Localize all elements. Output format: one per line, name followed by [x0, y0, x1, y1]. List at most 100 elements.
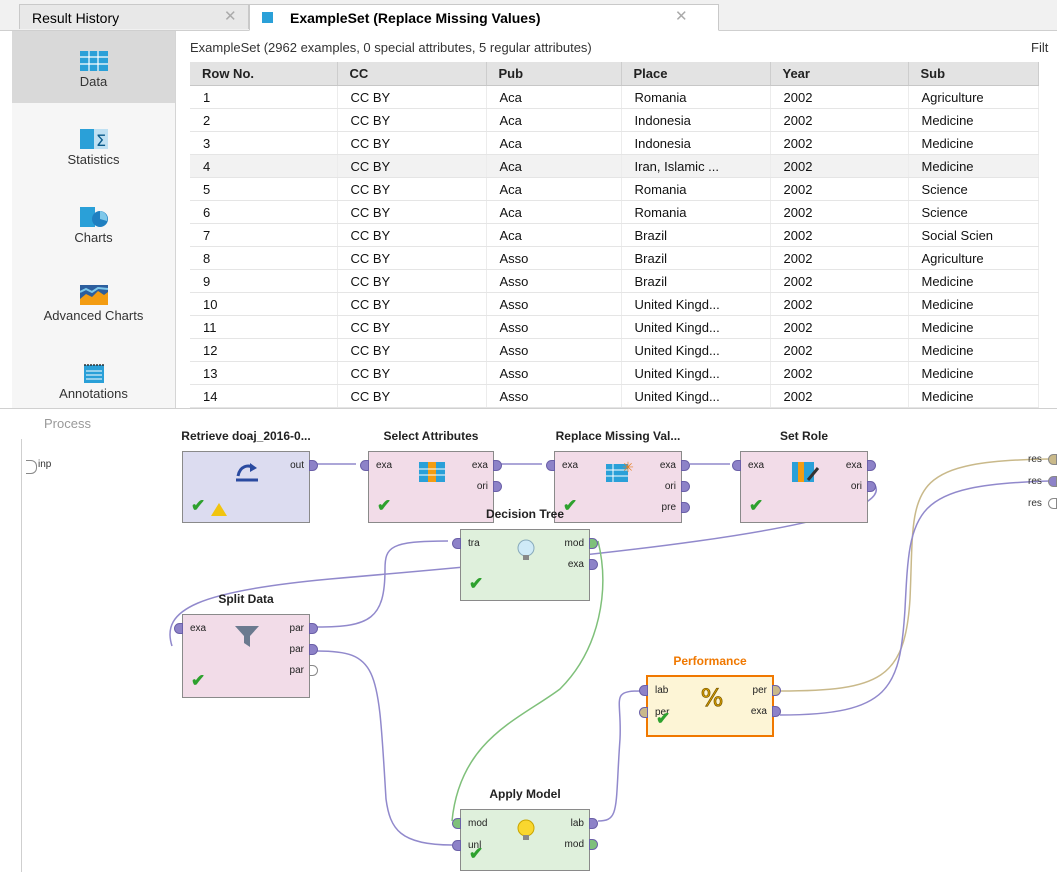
input-port[interactable] [360, 460, 369, 471]
table-cell: Asso [486, 246, 622, 270]
retrieve-icon [232, 460, 262, 489]
operator-retrieve[interactable]: Retrieve doaj_2016-0... out ✔ [181, 429, 318, 523]
table-cell: Medicine [908, 269, 1039, 293]
table-row[interactable]: 11 CC BY Asso United Kingd... 2002 Medicine [190, 315, 1039, 339]
close-icon[interactable]: ✕ [224, 7, 237, 25]
table-cell: CC BY [337, 108, 487, 132]
table-row[interactable]: 9 CC BY Asso Brazil 2002 Medicine [190, 269, 1039, 293]
input-port-label: exa [562, 460, 579, 471]
table-cell: United Kingd... [621, 292, 771, 316]
input-port[interactable] [639, 707, 648, 718]
table-cell: Medicine [908, 338, 1039, 362]
input-port[interactable] [174, 623, 183, 634]
output-port-label: per [752, 685, 767, 696]
operator-perf[interactable]: Performance% lab per per exa ✔ [639, 654, 781, 737]
table-row[interactable]: 13 CC BY Asso United Kingd... 2002 Medicine [190, 361, 1039, 385]
sidebar-item-charts[interactable]: Charts [12, 187, 175, 259]
table-row[interactable]: 2 CC BY Aca Indonesia 2002 Medicine [190, 108, 1039, 132]
table-row[interactable]: 1 CC BY Aca Romania 2002 Agriculture [190, 85, 1039, 109]
advanced-charts-icon [80, 285, 108, 305]
output-port-label: out [290, 460, 304, 471]
table-cell: Medicine [908, 108, 1039, 132]
process-panel: Process inp Retrieve doaj_2016-0... out ✔ S… [0, 408, 1057, 872]
operator-apply[interactable]: Apply Model mod unl lab mod ✔ [452, 787, 598, 871]
operator-setrole[interactable]: Set Role exa exa ori ✔ [732, 429, 876, 523]
operator-name: Replace Missing Val... [555, 429, 681, 443]
input-port[interactable] [639, 685, 648, 696]
output-port-label: exa [750, 706, 767, 717]
table-cell: 2002 [770, 292, 909, 316]
table-row[interactable]: 14 CC BY Asso United Kingd... 2002 Medicine [190, 384, 1039, 408]
table-cell: United Kingd... [621, 384, 771, 408]
table-cell: 7 [190, 223, 338, 247]
table-row[interactable]: 6 CC BY Aca Romania 2002 Science [190, 200, 1039, 224]
process-input-label: inp [38, 459, 52, 470]
table-cell: United Kingd... [621, 361, 771, 385]
sidebar-item-advanced-charts[interactable]: Advanced Charts [12, 265, 175, 343]
operator-tree[interactable]: Decision Tree tra mod exa ✔ [452, 507, 598, 601]
table-cell: 2002 [770, 361, 909, 385]
table-cell: Asso [486, 384, 622, 408]
exampleset-summary: ExampleSet (2962 examples, 0 special att… [190, 40, 592, 55]
output-port-label: ori [664, 481, 676, 492]
table-row[interactable]: 7 CC BY Aca Brazil 2002 Social Scien [190, 223, 1039, 247]
tab-exampleset[interactable]: ExampleSet (Replace Missing Values) ✕ [249, 4, 719, 31]
sidebar-item-statistics[interactable]: Σ Statistics [12, 109, 175, 181]
input-port[interactable] [546, 460, 555, 471]
column-header[interactable]: Sub [908, 62, 1039, 86]
table-cell: Asso [486, 315, 622, 339]
input-port[interactable] [452, 840, 461, 851]
tab-result-history[interactable]: Result History ✕ [19, 4, 249, 29]
column-header[interactable]: Row No. [190, 62, 338, 86]
sidebar-item-annotations[interactable]: Annotations [12, 343, 175, 408]
table-cell: CC BY [337, 246, 487, 270]
table-cell: Aca [486, 200, 622, 224]
column-header[interactable]: CC [337, 62, 487, 86]
tree-icon [511, 538, 541, 569]
column-header[interactable]: Pub [486, 62, 622, 86]
warning-icon [211, 503, 227, 516]
table-header: Row No. CC Pub Place Year Sub [190, 62, 1039, 86]
table-cell: CC BY [337, 315, 487, 339]
table-cell: 2 [190, 108, 338, 132]
result-port[interactable] [1048, 454, 1057, 465]
table-icon [262, 12, 273, 23]
process-input-port[interactable] [26, 460, 37, 474]
input-port[interactable] [732, 460, 741, 471]
table-row[interactable]: 12 CC BY Asso United Kingd... 2002 Medicine [190, 338, 1039, 362]
table-cell: 2002 [770, 131, 909, 155]
result-port[interactable] [1048, 476, 1057, 487]
close-icon[interactable]: ✕ [675, 7, 688, 25]
table-cell: Science [908, 177, 1039, 201]
operator-split[interactable]: Split Data exa par par par ✔ [174, 592, 318, 698]
table-row[interactable]: 4 CC BY Aca Iran, Islamic ... 2002 Medicine [190, 154, 1039, 178]
table-cell: 12 [190, 338, 338, 362]
table-cell: United Kingd... [621, 315, 771, 339]
filter-label[interactable]: Filt [1031, 40, 1048, 55]
output-port-label: lab [570, 818, 584, 829]
output-port-label: ori [476, 481, 488, 492]
wire-apply-perf [597, 690, 641, 822]
input-port[interactable] [452, 538, 461, 549]
table-row[interactable]: 3 CC BY Aca Indonesia 2002 Medicine [190, 131, 1039, 155]
table-row[interactable]: 10 CC BY Asso United Kingd... 2002 Medicine [190, 292, 1039, 316]
sidebar-item-label: Advanced Charts [43, 308, 144, 323]
table-row[interactable]: 5 CC BY Aca Romania 2002 Science [190, 177, 1039, 201]
table-cell: Romania [621, 200, 771, 224]
table-cell: 2002 [770, 154, 909, 178]
sidebar-item-data[interactable]: Data [12, 31, 175, 103]
column-header[interactable]: Place [621, 62, 771, 86]
table-cell: Brazil [621, 246, 771, 270]
table-cell: 9 [190, 269, 338, 293]
check-icon: ✔ [469, 844, 484, 863]
table-cell: Aca [486, 131, 622, 155]
table-cell: Iran, Islamic ... [621, 154, 771, 178]
output-port-label: par [289, 644, 304, 655]
column-header[interactable]: Year [770, 62, 909, 86]
table-cell: 13 [190, 361, 338, 385]
result-port[interactable] [1048, 498, 1057, 509]
table-row[interactable]: 8 CC BY Asso Brazil 2002 Agriculture [190, 246, 1039, 270]
view-sidebar: Data Σ Statistics Charts Advanced Charts… [12, 31, 176, 408]
output-port-label: mod [564, 839, 584, 850]
input-port[interactable] [452, 818, 461, 829]
